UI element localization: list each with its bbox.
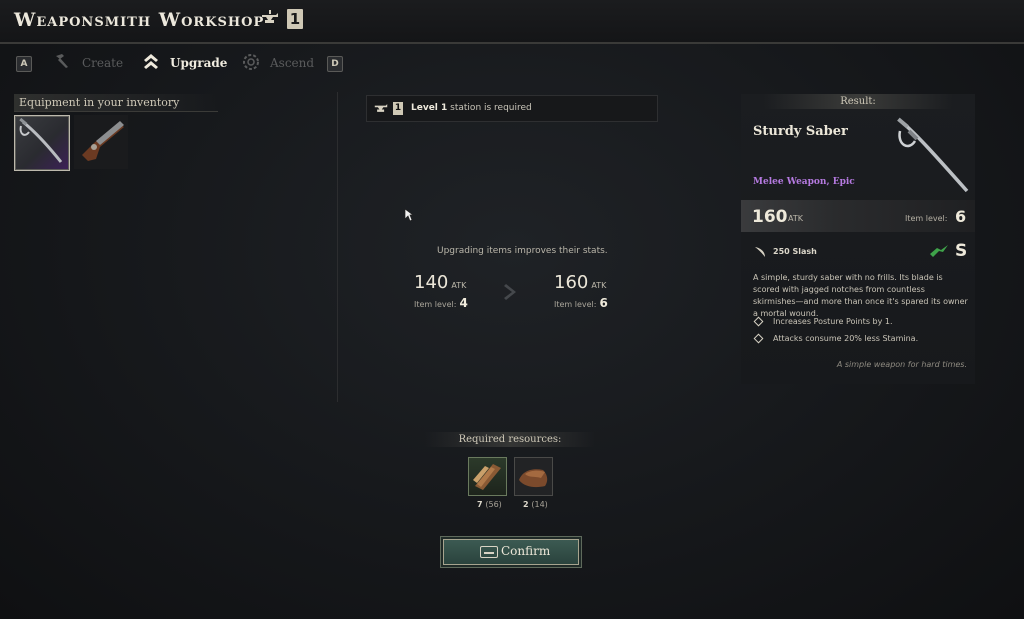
inventory-slot-pistol[interactable] (74, 115, 128, 169)
prev-tab-key[interactable]: A (16, 56, 32, 72)
anvil-icon (262, 10, 278, 23)
mouse-cursor-icon (404, 208, 414, 222)
result-item-type: Melee Weapon, Epic (753, 177, 855, 187)
hammer-icon (56, 54, 68, 68)
resource-count-wood: 7 (56) (477, 500, 502, 509)
result-item-level-label: Item level: (905, 214, 948, 223)
result-item-level: 6 (955, 207, 967, 226)
upgraded-stats: 160 ATK Item level: 6 (554, 272, 608, 310)
upgraded-level: 6 (599, 296, 608, 310)
ascend-gear-icon (243, 54, 259, 70)
station-requirement-banner: 1 Level 1 station is required (366, 95, 658, 122)
wood-plank-icon (473, 464, 501, 490)
window-header: Weaponsmith Workshop 1 (0, 0, 1024, 44)
inventory-heading: Equipment in your inventory (14, 94, 218, 112)
tab-create-label: Create (82, 56, 124, 70)
resource-owned-leather: (14) (531, 500, 548, 509)
result-heading: Result: (763, 94, 953, 109)
pistol-icon (82, 121, 124, 161)
keyboard-space-icon (480, 546, 498, 558)
requirement-level: Level 1 (411, 103, 448, 113)
damage-row: 250 Slash S (753, 241, 968, 261)
current-stats: 140 ATK Item level: 4 (414, 272, 468, 310)
upgraded-atk-unit: ATK (591, 281, 607, 290)
current-atk-unit: ATK (451, 281, 467, 290)
tab-bar: A Create Upgrade Ascend D (0, 50, 400, 76)
arrow-right-icon (504, 284, 516, 300)
requirement-level-badge: 1 (393, 102, 403, 115)
leather-icon (519, 469, 548, 488)
result-description: A simple, sturdy saber with no frills. I… (753, 273, 968, 318)
current-atk: 140 (414, 272, 449, 293)
saber-icon (897, 117, 969, 193)
next-tab-key[interactable]: D (327, 56, 343, 72)
current-level: 4 (459, 296, 468, 310)
station-level-badge: 1 (287, 9, 303, 29)
resource-required-leather: 2 (523, 500, 529, 509)
resource-slot-wood[interactable] (468, 457, 507, 496)
resource-count-leather: 2 (14) (523, 500, 548, 509)
perk-text: Increases Posture Points by 1. (773, 317, 893, 326)
saber-icon (19, 117, 63, 163)
dexterity-scaling-icon (930, 245, 948, 257)
upgrade-note: Upgrading items improves their stats. (437, 246, 608, 256)
slash-damage-icon (755, 247, 765, 257)
confirm-label: Confirm (501, 544, 551, 558)
perk-text: Attacks consume 20% less Stamina. (773, 334, 919, 343)
resource-owned-wood: (56) (485, 500, 502, 509)
result-atk-unit: ATK (788, 214, 803, 223)
requirement-text: Level 1 station is required (411, 103, 532, 113)
panel-divider (337, 92, 338, 402)
result-stat-bar: 160 ATK Item level: 6 (741, 200, 975, 232)
current-level-label: Item level: (414, 300, 457, 309)
tab-ascend-label: Ascend (270, 56, 315, 70)
damage-value: 250 Slash (773, 247, 817, 256)
anvil-icon (374, 104, 388, 112)
resource-slot-leather[interactable] (514, 457, 553, 496)
upgraded-atk: 160 (554, 272, 589, 293)
requirement-rest: station is required (450, 103, 532, 113)
upgraded-level-label: Item level: (554, 300, 597, 309)
page-title: Weaponsmith Workshop (14, 9, 265, 31)
inventory-slot-saber[interactable] (14, 115, 70, 171)
result-atk: 160 (752, 207, 788, 227)
flavor-text: A simple weapon for hard times. (836, 360, 967, 369)
resource-required-wood: 7 (477, 500, 483, 509)
confirm-button[interactable]: Confirm (443, 539, 579, 565)
tab-upgrade-label: Upgrade (170, 56, 228, 70)
resources-heading: Required resources: (425, 432, 595, 447)
upgrade-chevrons-icon (144, 54, 158, 69)
scaling-grade: S (955, 241, 968, 261)
result-item-name: Sturdy Saber (753, 124, 848, 139)
